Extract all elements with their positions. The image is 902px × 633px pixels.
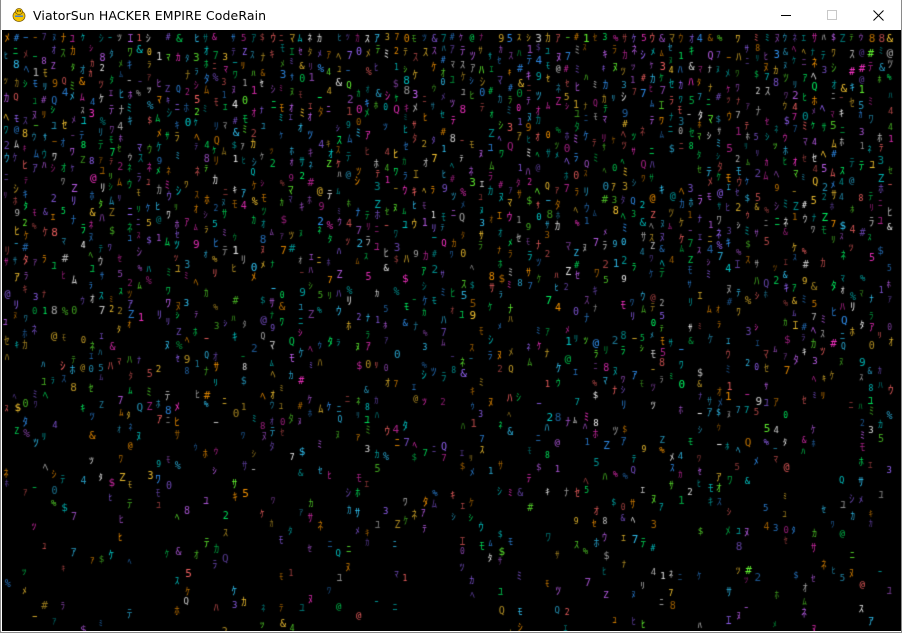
minimize-icon <box>781 15 791 16</box>
code-rain-canvas-area[interactable] <box>2 30 901 631</box>
window-controls <box>763 0 901 30</box>
close-button[interactable] <box>855 0 901 30</box>
code-rain-canvas[interactable] <box>2 30 901 631</box>
minimize-button[interactable] <box>763 0 809 30</box>
window-title: ViatorSun HACKER EMPIRE CodeRain <box>33 7 267 23</box>
maximize-button[interactable] <box>809 0 855 30</box>
title-bar[interactable]: ViatorSun HACKER EMPIRE CodeRain <box>1 0 901 30</box>
app-window: ViatorSun HACKER EMPIRE CodeRain <box>0 0 902 633</box>
close-icon <box>872 9 884 21</box>
pygame-snake-icon <box>11 7 27 23</box>
maximize-icon <box>827 10 837 20</box>
